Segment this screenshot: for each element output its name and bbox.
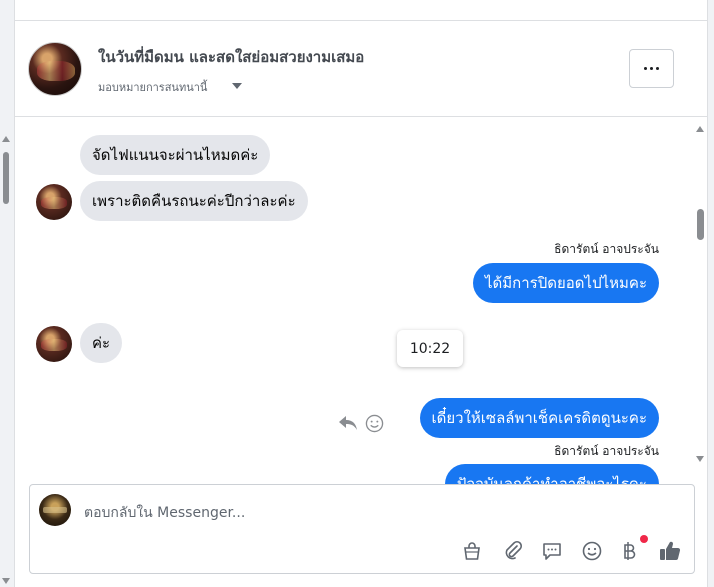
reply-composer bbox=[29, 484, 695, 574]
react-emoji-icon[interactable] bbox=[365, 414, 384, 433]
reply-input[interactable] bbox=[84, 503, 644, 523]
message-bubble-outgoing[interactable]: เดี๋ยวให้เซลล์พาเช็คเครดิตดูนะคะ bbox=[419, 398, 659, 438]
emoji-icon[interactable] bbox=[580, 539, 604, 563]
page-scroll-down-arrow[interactable] bbox=[2, 578, 10, 584]
more-options-button[interactable] bbox=[629, 49, 674, 88]
conversation-panel: ในวันที่มืดมน และสดใสย่อมสวยงามเสมอ มอบห… bbox=[14, 20, 708, 587]
contact-mini-avatar bbox=[36, 326, 72, 362]
contact-mini-avatar bbox=[36, 184, 72, 220]
message-bubble-outgoing[interactable]: ปัจจุบันลูกค้าทำอาชีพอะไรคะ bbox=[444, 464, 659, 485]
shopping-bag-icon[interactable] bbox=[460, 539, 484, 563]
assign-conversation-link[interactable]: มอบหมายการสนทนานี้ bbox=[98, 78, 207, 96]
caret-down-icon[interactable] bbox=[232, 83, 242, 89]
thread-scroll-thumb[interactable] bbox=[697, 209, 704, 240]
thumbs-up-icon[interactable] bbox=[658, 539, 682, 563]
message-bubble-incoming[interactable]: ค่ะ bbox=[80, 323, 123, 363]
reply-icon[interactable] bbox=[337, 414, 359, 432]
more-dots-icon bbox=[644, 67, 659, 70]
contact-avatar[interactable] bbox=[28, 42, 82, 96]
messenger-frame: ในวันที่มืดมน และสดใสย่อมสวยงามเสมอ มอบห… bbox=[0, 0, 714, 587]
page-avatar bbox=[39, 494, 71, 526]
page-scroll-thumb[interactable] bbox=[3, 152, 9, 204]
thread-scroll-up-arrow[interactable] bbox=[696, 126, 704, 132]
message-bubble-outgoing[interactable]: ได้มีการปิดยอดไปไหมคะ bbox=[472, 263, 659, 303]
chat-bubble-icon[interactable] bbox=[540, 539, 564, 563]
contact-name[interactable]: ในวันที่มืดมน และสดใสย่อมสวยงามเสมอ bbox=[98, 45, 364, 69]
message-bubble-incoming[interactable]: เพราะติดคืนรถนะค่ะปีกว่าละค่ะ bbox=[80, 181, 308, 221]
timestamp-tooltip: 10:22 bbox=[397, 330, 463, 367]
thread-scroll-down-arrow[interactable] bbox=[696, 456, 704, 462]
message-bubble-incoming[interactable]: จัดไฟแนนจะผ่านไหมดค่ะ bbox=[80, 135, 271, 175]
notification-dot bbox=[640, 535, 648, 543]
sender-name: ธิดารัตน์ อาจประจัน bbox=[554, 444, 659, 458]
paperclip-icon[interactable] bbox=[501, 539, 525, 563]
top-strip bbox=[14, 0, 708, 20]
sender-name: ธิดารัตน์ อาจประจัน bbox=[554, 242, 659, 256]
page-scroll-up-arrow[interactable] bbox=[2, 136, 10, 142]
message-thread[interactable]: จัดไฟแนนจะผ่านไหมดค่ะ เพราะติดคืนรถนะค่ะ… bbox=[15, 118, 707, 485]
baht-icon[interactable] bbox=[618, 539, 642, 563]
conversation-header: ในวันที่มืดมน และสดใสย่อมสวยงามเสมอ มอบห… bbox=[15, 21, 707, 117]
